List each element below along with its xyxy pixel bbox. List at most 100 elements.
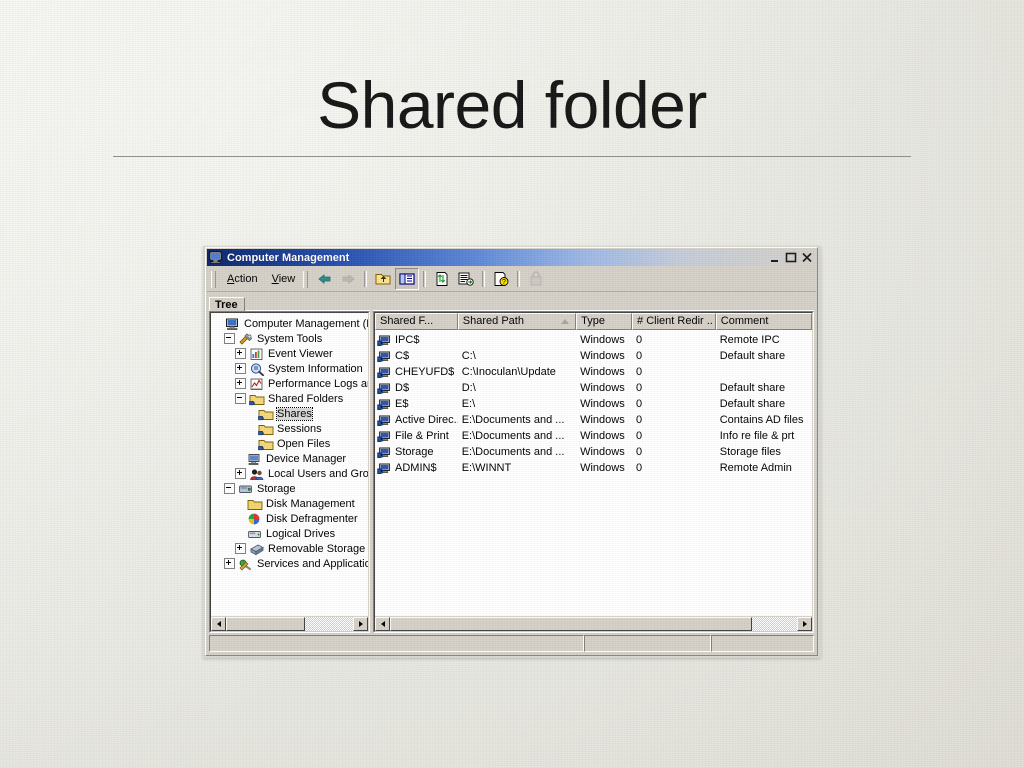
expand-icon[interactable]: [235, 348, 246, 359]
toolbar-grip-2[interactable]: [303, 270, 309, 288]
disk-management-icon: [247, 497, 263, 511]
table-row[interactable]: File & Print E:\Documents and ... Windows 0…: [375, 428, 812, 444]
tree-scroll-thumb[interactable]: [226, 617, 305, 631]
tree-item-computer-management-loca[interactable]: Computer Management (Loca: [213, 316, 368, 331]
tree-hscrollbar[interactable]: [211, 616, 368, 631]
collapse-icon[interactable]: [224, 333, 235, 344]
share-name-label: D$: [395, 382, 410, 394]
minimize-button[interactable]: [768, 251, 782, 264]
tree-item-logical-drives[interactable]: Logical Drives: [213, 526, 368, 541]
share-icon: [377, 350, 393, 363]
svg-text:?: ?: [502, 279, 506, 286]
tree-item-label: Removable Storage: [268, 542, 366, 555]
column-header-type[interactable]: Type: [576, 313, 633, 330]
list-scroll-left-button[interactable]: [375, 617, 390, 631]
list-scroll-thumb[interactable]: [390, 617, 753, 631]
show-hide-console-tree-button[interactable]: [395, 268, 420, 290]
tree-item-device-manager[interactable]: Device Manager: [213, 451, 368, 466]
share-icon: [377, 414, 393, 427]
back-button[interactable]: [312, 268, 336, 290]
tree-item-label: Performance Logs an: [268, 377, 368, 390]
tree-item-local-users-and-grou[interactable]: Local Users and Grou: [213, 466, 368, 481]
cell-comment: Storage files: [719, 446, 781, 458]
tree-item-disk-defragmenter[interactable]: Disk Defragmenter: [213, 511, 368, 526]
tree-item-services-and-applications[interactable]: Services and Applications: [213, 556, 368, 571]
collapse-icon[interactable]: [224, 483, 235, 494]
tree-item-performance-logs-an[interactable]: Performance Logs an: [213, 376, 368, 391]
tree-item-label: Disk Defragmenter: [266, 512, 358, 525]
expand-icon[interactable]: [235, 378, 246, 389]
tree-item-shares[interactable]: Shares: [213, 406, 368, 421]
storage-icon: [238, 482, 254, 496]
toolbar-grip[interactable]: [211, 270, 216, 288]
list-tabstrip-filler: [373, 293, 814, 311]
collapse-icon[interactable]: [235, 393, 246, 404]
share-name-label: Storage: [395, 446, 434, 458]
table-row[interactable]: ADMIN$ E:\WINNT Windows 0 Remote Admin: [375, 460, 812, 476]
close-button[interactable]: [800, 251, 814, 264]
expand-icon[interactable]: [235, 468, 246, 479]
column-header-shared-f[interactable]: Shared F...: [375, 313, 458, 330]
share-name-label: ADMIN$: [395, 462, 437, 474]
list-scroll-track[interactable]: [390, 617, 797, 631]
list-column-headers[interactable]: Shared F... Shared Path Type # Client Redir…: [375, 313, 812, 331]
tree-item-open-files[interactable]: Open Files: [213, 436, 368, 451]
tree-item-disk-management[interactable]: Disk Management: [213, 496, 368, 511]
table-row[interactable]: E$ E:\ Windows 0 Default share: [375, 396, 812, 412]
tree-item-shared-folders[interactable]: Shared Folders: [213, 391, 368, 406]
list-scroll-right-button[interactable]: [797, 617, 812, 631]
tree-item-storage[interactable]: Storage: [213, 481, 368, 496]
tree-item-label: Event Viewer: [268, 347, 333, 360]
up-one-level-button[interactable]: [371, 268, 395, 290]
share-icon: [377, 462, 393, 475]
share-icon: [377, 334, 393, 347]
tree-item-system-information[interactable]: System Information: [213, 361, 368, 376]
column-header-label: Type: [581, 315, 605, 327]
tree-scroll-left-button[interactable]: [211, 617, 226, 631]
expand-icon[interactable]: [235, 363, 246, 374]
window-titlebar[interactable]: Computer Management: [207, 249, 816, 266]
tree-item-sessions[interactable]: Sessions: [213, 421, 368, 436]
tree-item-event-viewer[interactable]: Event Viewer: [213, 346, 368, 361]
cell-shared-folder: Active Direc...: [375, 414, 458, 427]
export-list-button[interactable]: [430, 268, 454, 290]
column-header-client-redir[interactable]: # Client Redir ..: [632, 313, 716, 330]
refresh-button[interactable]: [524, 268, 548, 290]
table-row[interactable]: C$ C:\ Windows 0 Default share: [375, 348, 812, 364]
table-row[interactable]: Active Direc... E:\Documents and ... Windo…: [375, 412, 812, 428]
menu-action[interactable]: Action: [220, 271, 265, 287]
tree-item-removable-storage[interactable]: Removable Storage: [213, 541, 368, 556]
tree-item-label: Computer Management (Loca: [244, 317, 368, 330]
tree-item-system-tools[interactable]: System Tools: [213, 331, 368, 346]
cell-comment: Remote Admin: [719, 462, 792, 474]
tree-scroll-track[interactable]: [226, 617, 353, 631]
computer-management-window: Computer Management Action View ? Tree C…: [205, 247, 818, 656]
tab-tree[interactable]: Tree: [209, 297, 245, 312]
table-row[interactable]: D$ D:\ Windows 0 Default share: [375, 380, 812, 396]
column-header-shared-path[interactable]: Shared Path: [457, 313, 577, 330]
menu-view[interactable]: View: [265, 271, 303, 287]
table-row[interactable]: CHEYUFD$ C:\Inoculan\Update Windows 0: [375, 364, 812, 380]
performance-logs-icon: [249, 377, 265, 391]
list-rows-container[interactable]: IPC$ Windows 0 Remote IPC C$ C:\ Windows 0 Defau…: [375, 330, 812, 616]
tree-item-label: Logical Drives: [266, 527, 336, 540]
cell-type: Windows: [580, 382, 625, 394]
list-hscrollbar[interactable]: [375, 616, 812, 631]
tree-scroll-right-button[interactable]: [353, 617, 368, 631]
event-viewer-icon: [249, 347, 265, 361]
table-row[interactable]: IPC$ Windows 0 Remote IPC: [375, 332, 812, 348]
cell-type: Windows: [580, 398, 625, 410]
local-users-icon: [249, 467, 265, 481]
help-button[interactable]: ?: [489, 268, 513, 290]
column-header-comment[interactable]: Comment: [715, 313, 812, 330]
tree-view[interactable]: Computer Management (Loca System Tools Eve…: [211, 313, 368, 616]
expand-icon[interactable]: [235, 543, 246, 554]
cell-shared-path: E:\WINNT: [461, 462, 512, 474]
maximize-button[interactable]: [784, 251, 798, 264]
cell-comment: Contains AD files: [719, 414, 804, 426]
cell-shared-path: C:\: [461, 350, 476, 362]
properties-button[interactable]: [454, 268, 478, 290]
table-row[interactable]: Storage E:\Documents and ... Windows 0 Stora…: [375, 444, 812, 460]
expand-icon[interactable]: [224, 558, 235, 569]
forward-button[interactable]: [336, 268, 360, 290]
